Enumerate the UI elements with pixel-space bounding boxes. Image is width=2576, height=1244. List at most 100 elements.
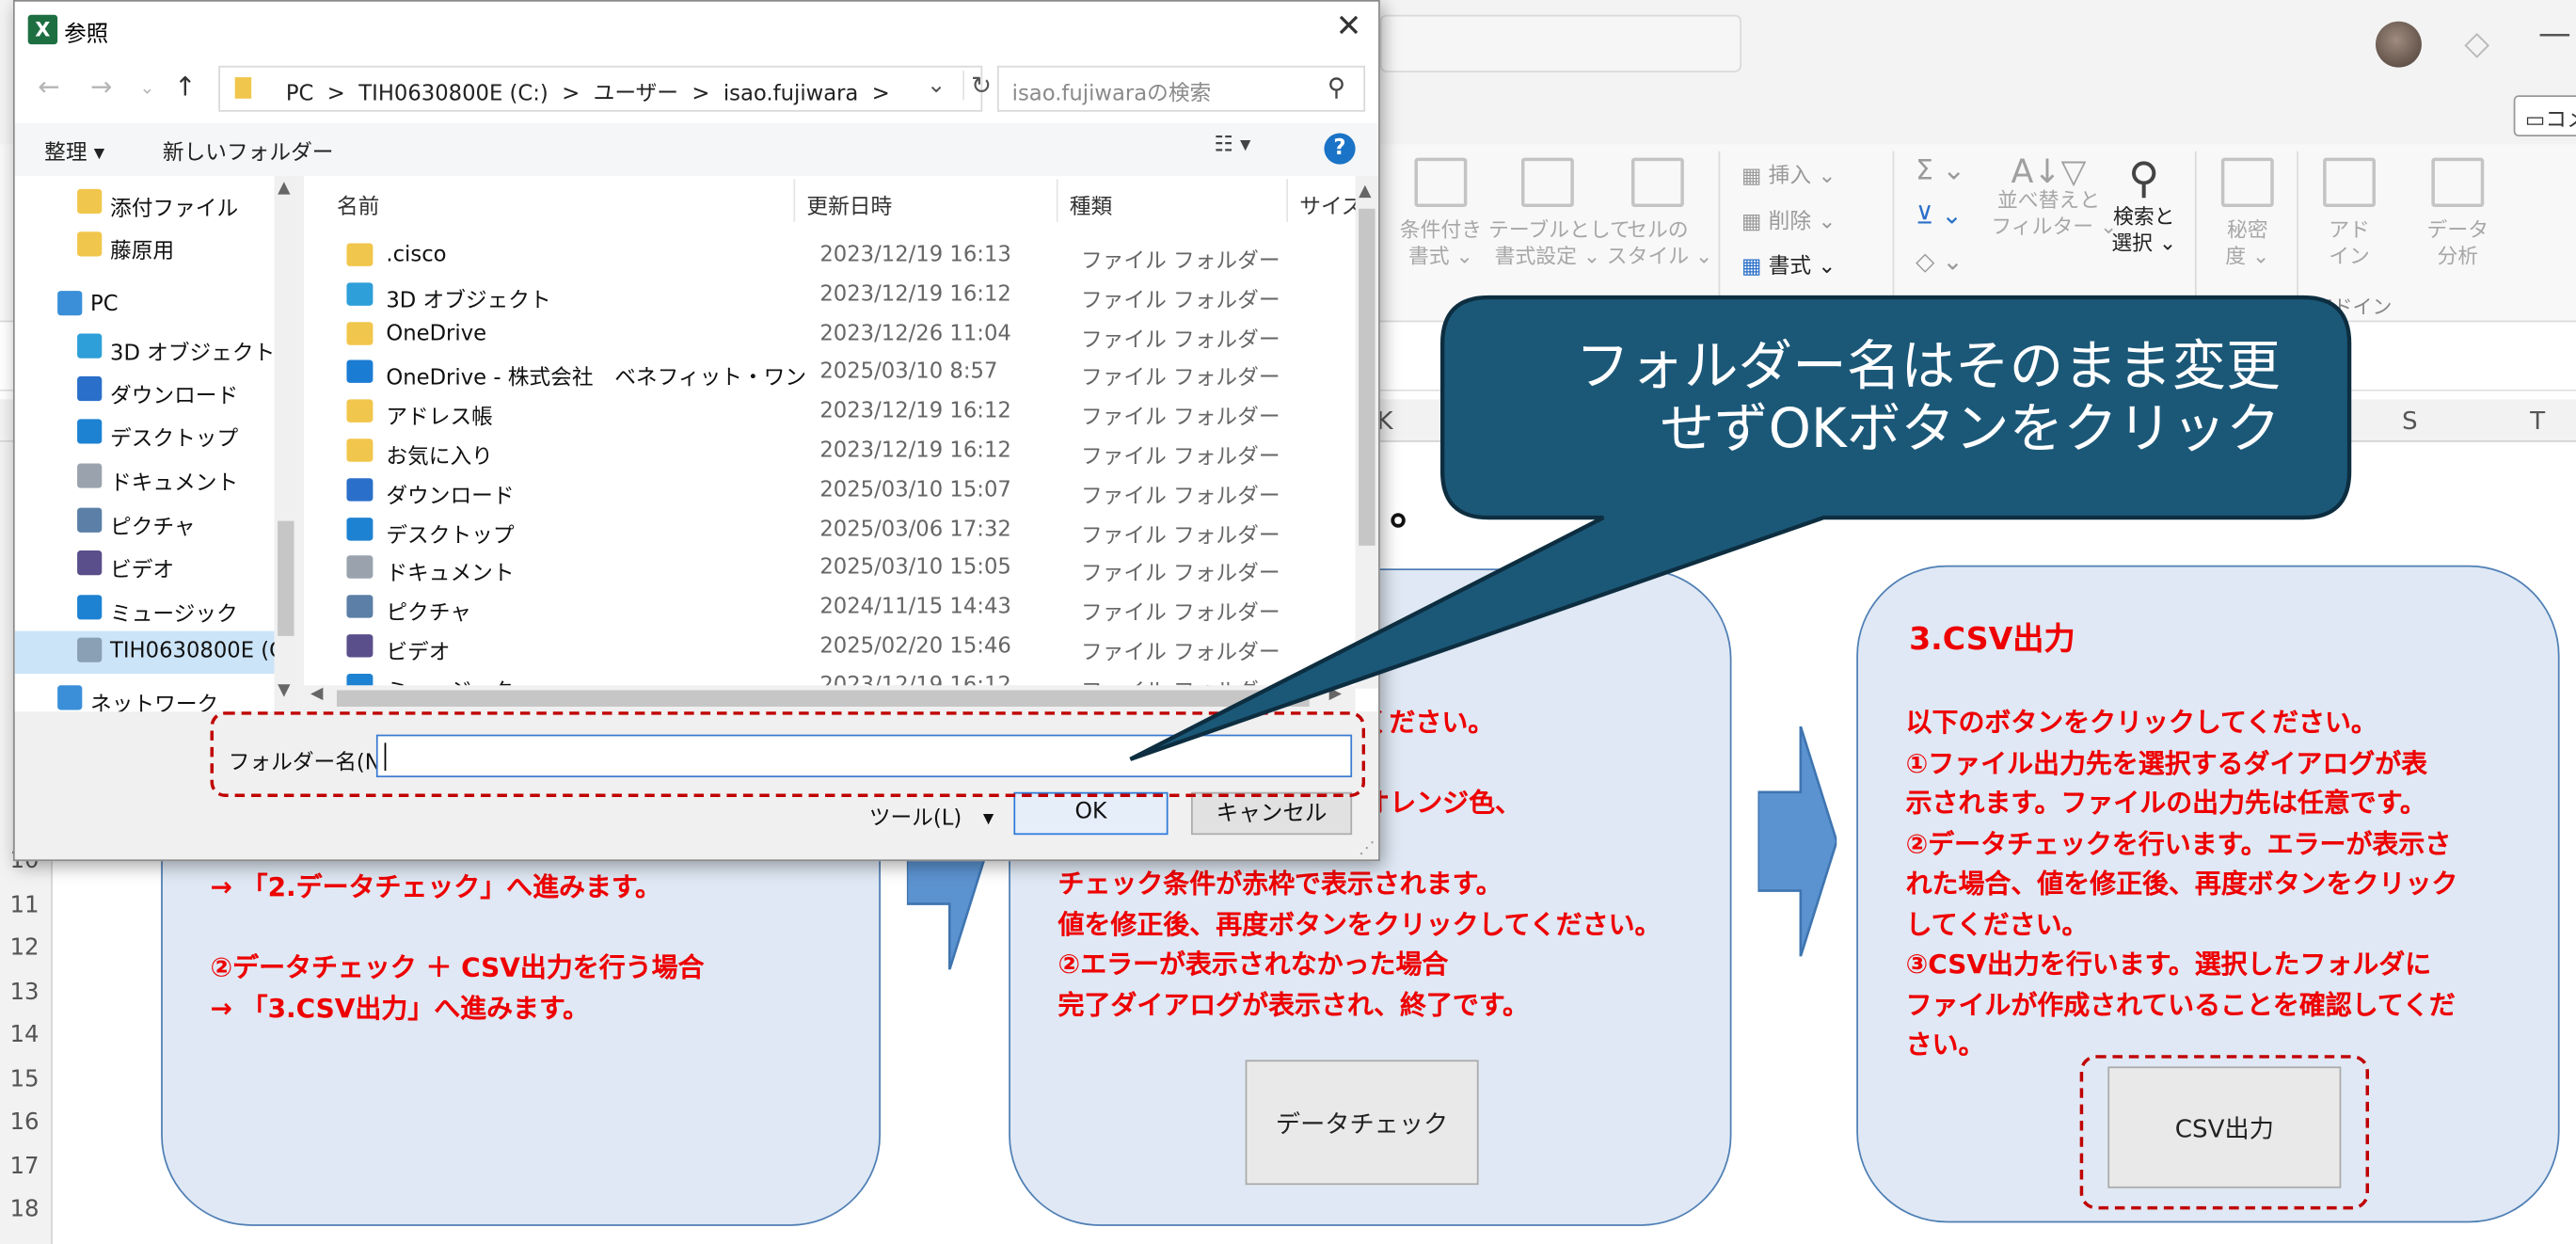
address-bar[interactable]: PC > TIH0630800E (C:) > ユーザー > isao.fuji… bbox=[218, 65, 992, 112]
diamond-icon[interactable]: ◇ bbox=[2464, 23, 2489, 62]
tree-item[interactable]: ピクチャ bbox=[15, 502, 278, 544]
column-header-t[interactable]: T bbox=[2530, 406, 2545, 435]
tree-item-label: デスクトップ bbox=[109, 427, 239, 453]
help-icon[interactable]: ? bbox=[1324, 133, 1356, 165]
column-type-header[interactable]: 種類 bbox=[1070, 189, 1112, 220]
forward-icon[interactable]: → bbox=[90, 71, 112, 102]
back-icon[interactable]: ← bbox=[38, 71, 59, 102]
row-header[interactable]: 17 bbox=[9, 1154, 39, 1180]
organize-button[interactable]: 整理 ▾ bbox=[44, 135, 104, 166]
tree-item[interactable]: PC bbox=[15, 284, 278, 327]
tools-button[interactable]: ツール(L) ▾ bbox=[869, 800, 994, 831]
cell-style-button[interactable]: セルの スタイル ⌄ bbox=[1607, 157, 1712, 270]
tree-item[interactable]: 添付ファイル bbox=[15, 183, 278, 225]
tree-item[interactable]: TIH0630800E (C: bbox=[14, 630, 292, 675]
scroll-down-icon[interactable]: ▼ bbox=[278, 682, 290, 700]
row-header[interactable]: 18 bbox=[9, 1196, 39, 1222]
navigation-scrollbar[interactable]: ▲ ▼ bbox=[274, 175, 298, 712]
excel-search-box[interactable] bbox=[1379, 14, 1741, 72]
3d-objects-icon bbox=[77, 333, 103, 359]
view-options-icon[interactable]: ☷ ▾ bbox=[1214, 133, 1250, 157]
scroll-right-icon[interactable]: ▶ bbox=[1329, 685, 1342, 703]
data-check-button[interactable]: データチェック bbox=[1245, 1060, 1479, 1186]
refresh-icon[interactable]: ↻ bbox=[962, 71, 992, 101]
horizontal-scrollbar[interactable]: ◀ ▶ bbox=[304, 685, 1356, 712]
tree-item[interactable]: ドキュメント bbox=[15, 456, 278, 499]
sort-filter-button[interactable]: A↓▽ 並べ替えと フィルター ⌄ bbox=[1991, 154, 2118, 240]
tree-item[interactable]: デスクトップ bbox=[15, 412, 278, 455]
autosum-icon[interactable]: Σ ⌄ bbox=[1916, 154, 1965, 187]
row-header[interactable]: 15 bbox=[9, 1066, 39, 1092]
new-folder-button[interactable]: 新しいフォルダー bbox=[163, 135, 334, 166]
format-button[interactable]: ▦ 書式 ⌄ bbox=[1741, 248, 1836, 279]
file-row[interactable]: ビデオ 2025/02/20 15:46 ファイル フォルダー bbox=[304, 628, 1352, 667]
up-icon[interactable]: ↑ bbox=[174, 71, 196, 102]
sensitivity-button[interactable]: 秘密 度 ⌄ bbox=[2211, 157, 2283, 270]
insert-button[interactable]: ▦ 挿入 ⌄ bbox=[1741, 158, 1836, 189]
file-row[interactable]: ピクチャ 2024/11/15 14:43 ファイル フォルダー bbox=[304, 589, 1352, 629]
minimize-icon[interactable]: — bbox=[2538, 13, 2571, 53]
file-row[interactable]: .cisco 2023/12/19 16:13 ファイル フォルダー bbox=[304, 236, 1352, 276]
find-select-button[interactable]: ⚲ 検索と 選択 ⌄ bbox=[2103, 154, 2185, 256]
row-header[interactable]: 13 bbox=[9, 980, 39, 1006]
comment-button-label: コメ bbox=[2545, 108, 2576, 134]
resize-grip-icon[interactable]: ⋰ bbox=[1359, 839, 1375, 857]
column-name-header[interactable]: 名前 bbox=[337, 189, 379, 220]
tools-label: ツール(L) bbox=[868, 806, 962, 832]
data-analysis-button[interactable]: データ 分析 bbox=[2415, 157, 2501, 270]
scrollbar-thumb[interactable] bbox=[1359, 208, 1375, 546]
tree-item[interactable]: ダウンロード bbox=[15, 370, 278, 412]
panel-1-text: → 「2.データチェック」へ進みます。 ②データチェック ＋ CSV出力を行う場… bbox=[210, 870, 705, 1024]
row-header[interactable]: 14 bbox=[9, 1022, 39, 1048]
comment-button[interactable]: ▭コメ bbox=[2513, 95, 2576, 136]
address-dropdown-icon[interactable]: ⌄ bbox=[927, 72, 946, 99]
tree-item[interactable]: ビデオ bbox=[15, 544, 278, 586]
file-row[interactable]: 3D オブジェクト 2023/12/19 16:12 ファイル フォルダー bbox=[304, 276, 1352, 315]
address-path[interactable]: PC > TIH0630800E (C:) > ユーザー > isao.fuji… bbox=[286, 75, 890, 106]
clear-icon[interactable]: ◇ ⌄ bbox=[1916, 247, 1963, 276]
insert-icon: ▦ bbox=[1741, 164, 1762, 189]
row-header[interactable]: 16 bbox=[9, 1109, 39, 1136]
column-date-header[interactable]: 更新日時 bbox=[806, 189, 892, 220]
file-row[interactable]: ドキュメント 2025/03/10 15:05 ファイル フォルダー bbox=[304, 550, 1352, 589]
file-row[interactable]: お気に入り 2023/12/19 16:12 ファイル フォルダー bbox=[304, 432, 1352, 471]
tree-item[interactable]: ネットワーク bbox=[15, 678, 278, 711]
file-row[interactable]: アドレス帳 2023/12/19 16:12 ファイル フォルダー bbox=[304, 393, 1352, 433]
search-input[interactable]: isao.fujiwaraの検索 ⚲ bbox=[996, 65, 1366, 112]
row-header[interactable]: 11 bbox=[9, 892, 39, 918]
flow-arrow-2 bbox=[1757, 726, 1837, 957]
file-date: 2025/03/10 15:07 bbox=[819, 477, 1011, 503]
column-size-header[interactable]: サイズ bbox=[1299, 189, 1362, 220]
close-icon[interactable]: ✕ bbox=[1336, 8, 1362, 44]
avatar[interactable] bbox=[2376, 21, 2422, 68]
history-dropdown-icon[interactable]: ⌄ bbox=[139, 77, 154, 99]
scroll-down-icon[interactable]: ▼ bbox=[1359, 662, 1371, 680]
file-row[interactable]: ダウンロード 2025/03/10 15:07 ファイル フォルダー bbox=[304, 471, 1352, 511]
excel-icon: X bbox=[27, 14, 58, 45]
addin-button[interactable]: アド イン bbox=[2314, 157, 2386, 270]
3d-objects-icon bbox=[346, 282, 374, 306]
file-list-scrollbar[interactable]: ▲ ▼ bbox=[1355, 175, 1379, 689]
table-format-button[interactable]: テーブルとして 書式設定 ⌄ bbox=[1488, 157, 1630, 270]
row-header[interactable]: 12 bbox=[9, 935, 39, 962]
delete-button[interactable]: ▦ 削除 ⌄ bbox=[1741, 204, 1836, 235]
tree-item[interactable]: 藤原用 bbox=[15, 225, 278, 267]
scrollbar-thumb[interactable] bbox=[336, 690, 1310, 707]
delete-icon: ▦ bbox=[1741, 210, 1762, 235]
scroll-up-icon[interactable]: ▲ bbox=[278, 179, 290, 197]
tree-item[interactable]: ミュージック bbox=[15, 588, 278, 630]
sort-filter-label: 並べ替えと フィルター ⌄ bbox=[1991, 187, 2118, 239]
conditional-format-button[interactable]: 条件付き 書式 ⌄ bbox=[1390, 157, 1491, 270]
file-row[interactable]: OneDrive - 株式会社 ベネフィット・ワン 2025/03/10 8:57… bbox=[304, 354, 1352, 393]
scrollbar-thumb[interactable] bbox=[278, 520, 294, 636]
sensitivity-label: 秘密 度 ⌄ bbox=[2225, 216, 2270, 268]
column-header-s[interactable]: S bbox=[2402, 406, 2418, 435]
cancel-button[interactable]: キャンセル bbox=[1190, 791, 1353, 836]
scroll-left-icon[interactable]: ◀ bbox=[310, 685, 323, 703]
tree-item[interactable]: 3D オブジェクト bbox=[15, 327, 278, 370]
file-row[interactable]: デスクトップ 2025/03/06 17:32 ファイル フォルダー bbox=[304, 510, 1352, 550]
fill-icon[interactable]: ⊻ ⌄ bbox=[1916, 200, 1962, 230]
scroll-up-icon[interactable]: ▲ bbox=[1359, 183, 1371, 200]
ok-button[interactable]: OK bbox=[1013, 791, 1169, 836]
file-row[interactable]: OneDrive 2023/12/26 11:04 ファイル フォルダー bbox=[304, 315, 1352, 355]
